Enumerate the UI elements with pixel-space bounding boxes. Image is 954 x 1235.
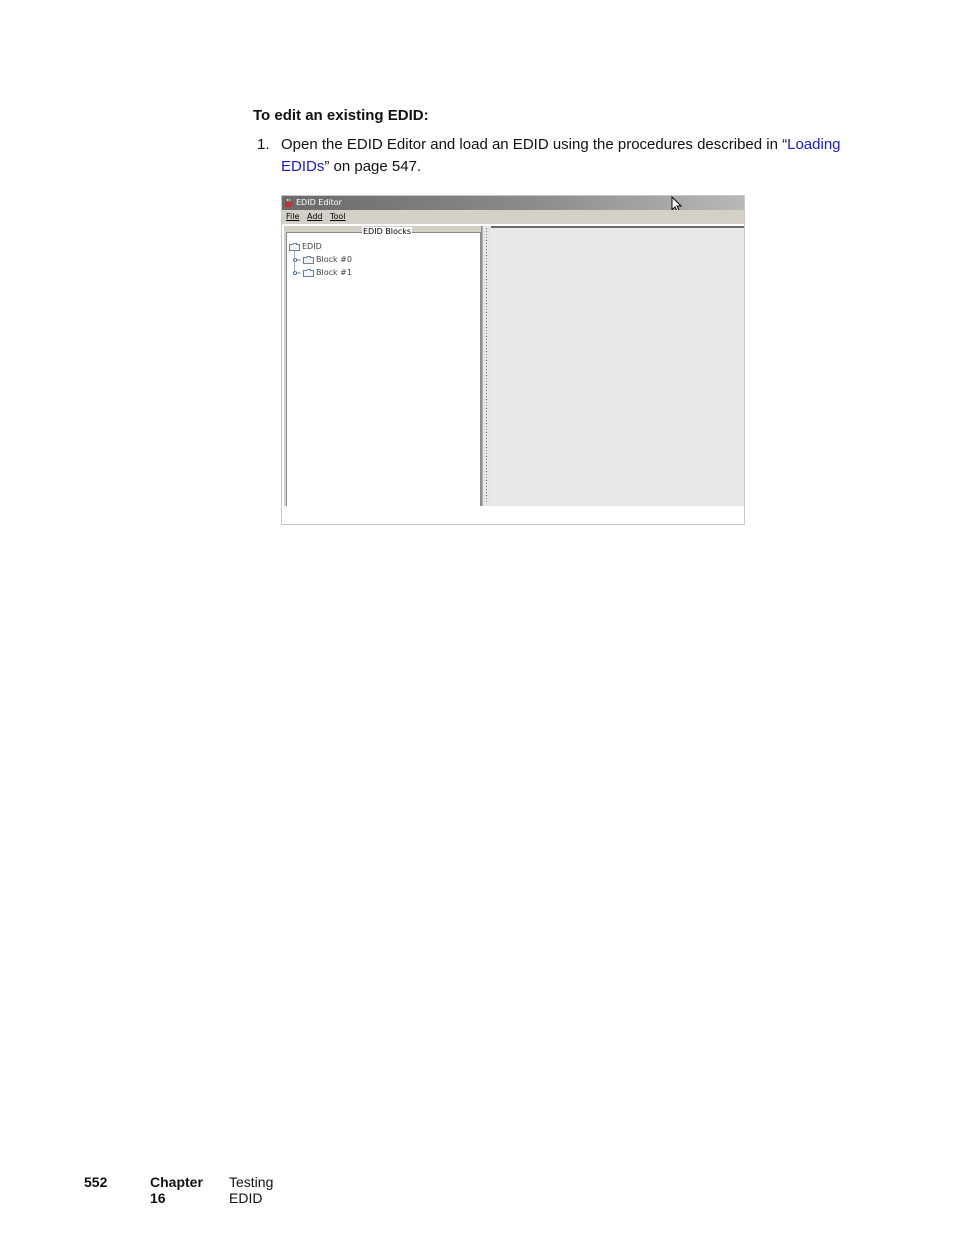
page-number: 552 <box>84 1174 108 1190</box>
edid-editor-screenshot: EDID Editor File Add Tool EDID Blocks ED… <box>281 195 745 525</box>
folder-icon <box>303 269 314 277</box>
tree-label-block-1: Block #1 <box>316 268 352 277</box>
menubar: File Add Tool <box>282 210 744 224</box>
right-panel <box>491 226 744 508</box>
window-bottom-strip <box>282 506 744 524</box>
tree-label-block-0: Block #0 <box>316 255 352 264</box>
splitter-grip <box>486 228 487 504</box>
tree-item-block-0[interactable]: Block #0 <box>287 255 367 265</box>
tree-connector <box>294 251 295 273</box>
menu-add[interactable]: Add <box>307 210 323 224</box>
folder-icon <box>303 256 314 264</box>
procedure-step-1: 1. Open the EDID Editor and load an EDID… <box>257 134 877 178</box>
chapter-label: Chapter 16 <box>150 1174 203 1206</box>
edid-blocks-title: EDID Blocks <box>362 227 413 237</box>
left-panel: EDID Blocks EDID Block #0 Block #1 <box>284 226 482 507</box>
folder-icon <box>289 243 300 251</box>
tree-item-block-1[interactable]: Block #1 <box>287 268 367 278</box>
step-number: 1. <box>257 136 270 153</box>
menu-tool[interactable]: Tool <box>330 210 346 224</box>
java-cup-icon <box>285 198 294 207</box>
step-text-before: Open the EDID Editor and load an EDID us… <box>281 136 788 153</box>
step-text: Open the EDID Editor and load an EDID us… <box>281 134 877 178</box>
procedure-heading: To edit an existing EDID: <box>253 107 429 124</box>
window-title: EDID Editor <box>296 198 342 207</box>
edid-blocks-group: EDID Blocks EDID Block #0 Block #1 <box>286 227 481 507</box>
menu-file[interactable]: File <box>286 210 299 224</box>
tree-label-edid: EDID <box>302 242 322 251</box>
step-text-after: ” on page 547. <box>324 158 422 175</box>
chapter-title: Testing EDID <box>229 1174 274 1206</box>
tree-root-edid[interactable]: EDID <box>287 242 347 252</box>
